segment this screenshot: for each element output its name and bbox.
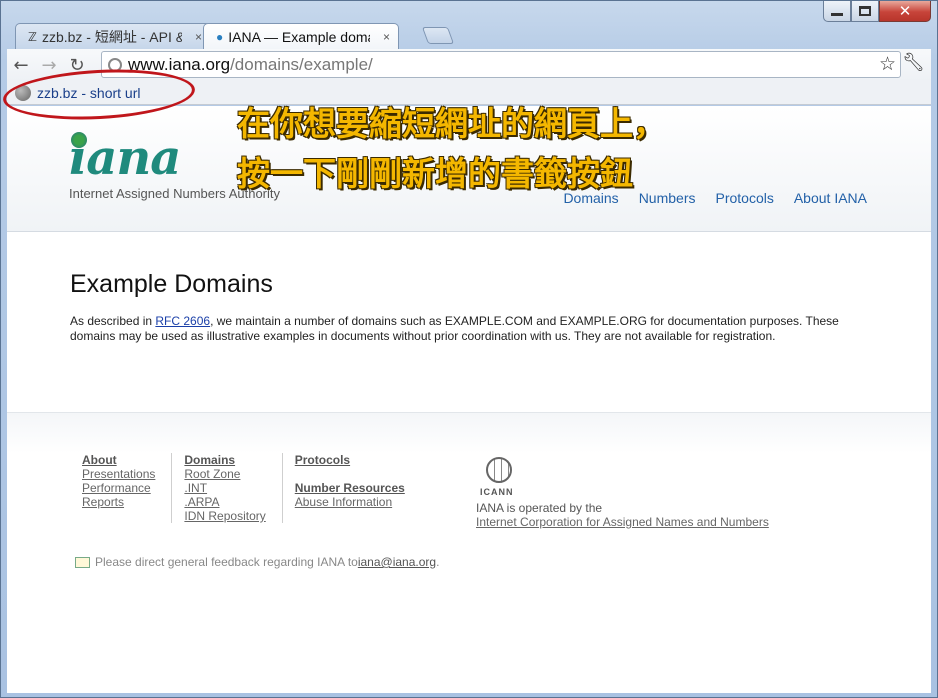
footer-link[interactable]: IDN Repository xyxy=(184,509,265,523)
footer-col-domains: Domains Root Zone .INT .ARPA IDN Reposit… xyxy=(184,453,283,523)
back-button[interactable]: ← xyxy=(7,51,35,79)
close-icon: ✕ xyxy=(898,1,912,20)
minimize-button[interactable] xyxy=(823,1,851,22)
footer-col-about: About Presentations Performance Reports xyxy=(82,453,173,523)
instruction-annotation: 在你想要縮短網址的網頁上， 按一下剛剛新增的書籤按鈕 xyxy=(237,99,666,199)
close-window-button[interactable]: ✕ xyxy=(879,1,931,22)
nav-about-iana[interactable]: About IANA xyxy=(794,190,867,206)
tab-title: zzb.bz - 短網址 - API & ... xyxy=(41,28,182,45)
logo-globe-icon xyxy=(71,132,87,148)
feedback-text: Please direct general feedback regarding… xyxy=(95,555,358,569)
forward-arrow-icon: → xyxy=(41,54,57,76)
footer-col-protocols: Protocols Number Resources Abuse Informa… xyxy=(295,453,421,523)
icann-block: ICANN IANA is operated by the Internet C… xyxy=(476,457,769,529)
tab-close-icon[interactable]: × xyxy=(383,30,390,44)
icann-globe-icon xyxy=(486,457,512,483)
wrench-menu-icon[interactable]: 🔧︎ xyxy=(902,52,925,73)
icann-link[interactable]: Internet Corporation for Assigned Names … xyxy=(476,515,769,529)
feedback-email-link[interactable]: iana@iana.org xyxy=(358,555,436,569)
address-bar[interactable]: www.iana.org/domains/example/ ☆ xyxy=(101,51,901,78)
browser-window: ✕ ℤ zzb.bz - 短網址 - API & ... × ● IANA — … xyxy=(0,0,938,698)
footer-head-protocols[interactable]: Protocols xyxy=(295,453,405,467)
annotation-line-1: 在你想要縮短網址的網頁上， xyxy=(237,104,666,143)
footer-link[interactable]: Performance xyxy=(82,481,155,495)
new-tab-button[interactable] xyxy=(421,27,455,44)
main-content: Example Domains As described in RFC 2606… xyxy=(7,232,931,344)
window-controls: ✕ xyxy=(823,1,931,22)
annotation-line-2: 按一下剛剛新增的書籤按鈕 xyxy=(237,154,633,193)
tab-title: IANA — Example domains xyxy=(228,28,370,45)
nav-protocols[interactable]: Protocols xyxy=(715,190,773,206)
footer-link[interactable]: .INT xyxy=(184,481,265,495)
tab-zzb[interactable]: ℤ zzb.bz - 短網址 - API & ... × xyxy=(15,23,211,49)
icann-logo[interactable]: ICANN xyxy=(476,457,524,497)
icann-text: IANA is operated by the xyxy=(476,501,603,515)
feedback-line: Please direct general feedback regarding… xyxy=(75,555,439,569)
minimize-icon xyxy=(831,13,843,16)
maximize-button[interactable] xyxy=(851,1,879,22)
mail-icon xyxy=(75,556,90,568)
maximize-icon xyxy=(859,6,871,16)
feedback-end: . xyxy=(436,555,440,569)
site-footer: About Presentations Performance Reports … xyxy=(7,412,931,693)
back-arrow-icon: ← xyxy=(13,54,29,76)
tab-close-icon[interactable]: × xyxy=(195,30,202,44)
footer-link[interactable]: Reports xyxy=(82,495,155,509)
footer-columns: About Presentations Performance Reports … xyxy=(82,453,433,523)
footer-head-domains[interactable]: Domains xyxy=(184,453,265,467)
footer-link[interactable]: Abuse Information xyxy=(295,495,405,509)
footer-link[interactable]: Presentations xyxy=(82,467,155,481)
bookmark-star-icon[interactable]: ☆ xyxy=(879,53,896,75)
description: As described in RFC 2606, we maintain a … xyxy=(70,314,870,344)
desc-before: As described in xyxy=(70,314,156,328)
url-path: /domains/example/ xyxy=(230,54,373,74)
footer-link[interactable]: Root Zone xyxy=(184,467,265,481)
footer-head-about[interactable]: About xyxy=(82,453,155,467)
page-title: Example Domains xyxy=(70,270,273,298)
rfc-link[interactable]: RFC 2606 xyxy=(155,314,210,328)
tab-strip: ℤ zzb.bz - 短網址 - API & ... × ● IANA — Ex… xyxy=(15,23,455,49)
footer-head-number-resources[interactable]: Number Resources xyxy=(295,481,405,495)
globe-favicon-icon: ● xyxy=(216,29,224,44)
footer-link[interactable]: .ARPA xyxy=(184,495,265,509)
icann-wordmark: ICANN xyxy=(480,487,514,497)
zz-favicon-icon: ℤ xyxy=(28,29,37,44)
tab-iana[interactable]: ● IANA — Example domains × xyxy=(203,23,399,49)
url-text: www.iana.org/domains/example/ xyxy=(128,55,373,75)
